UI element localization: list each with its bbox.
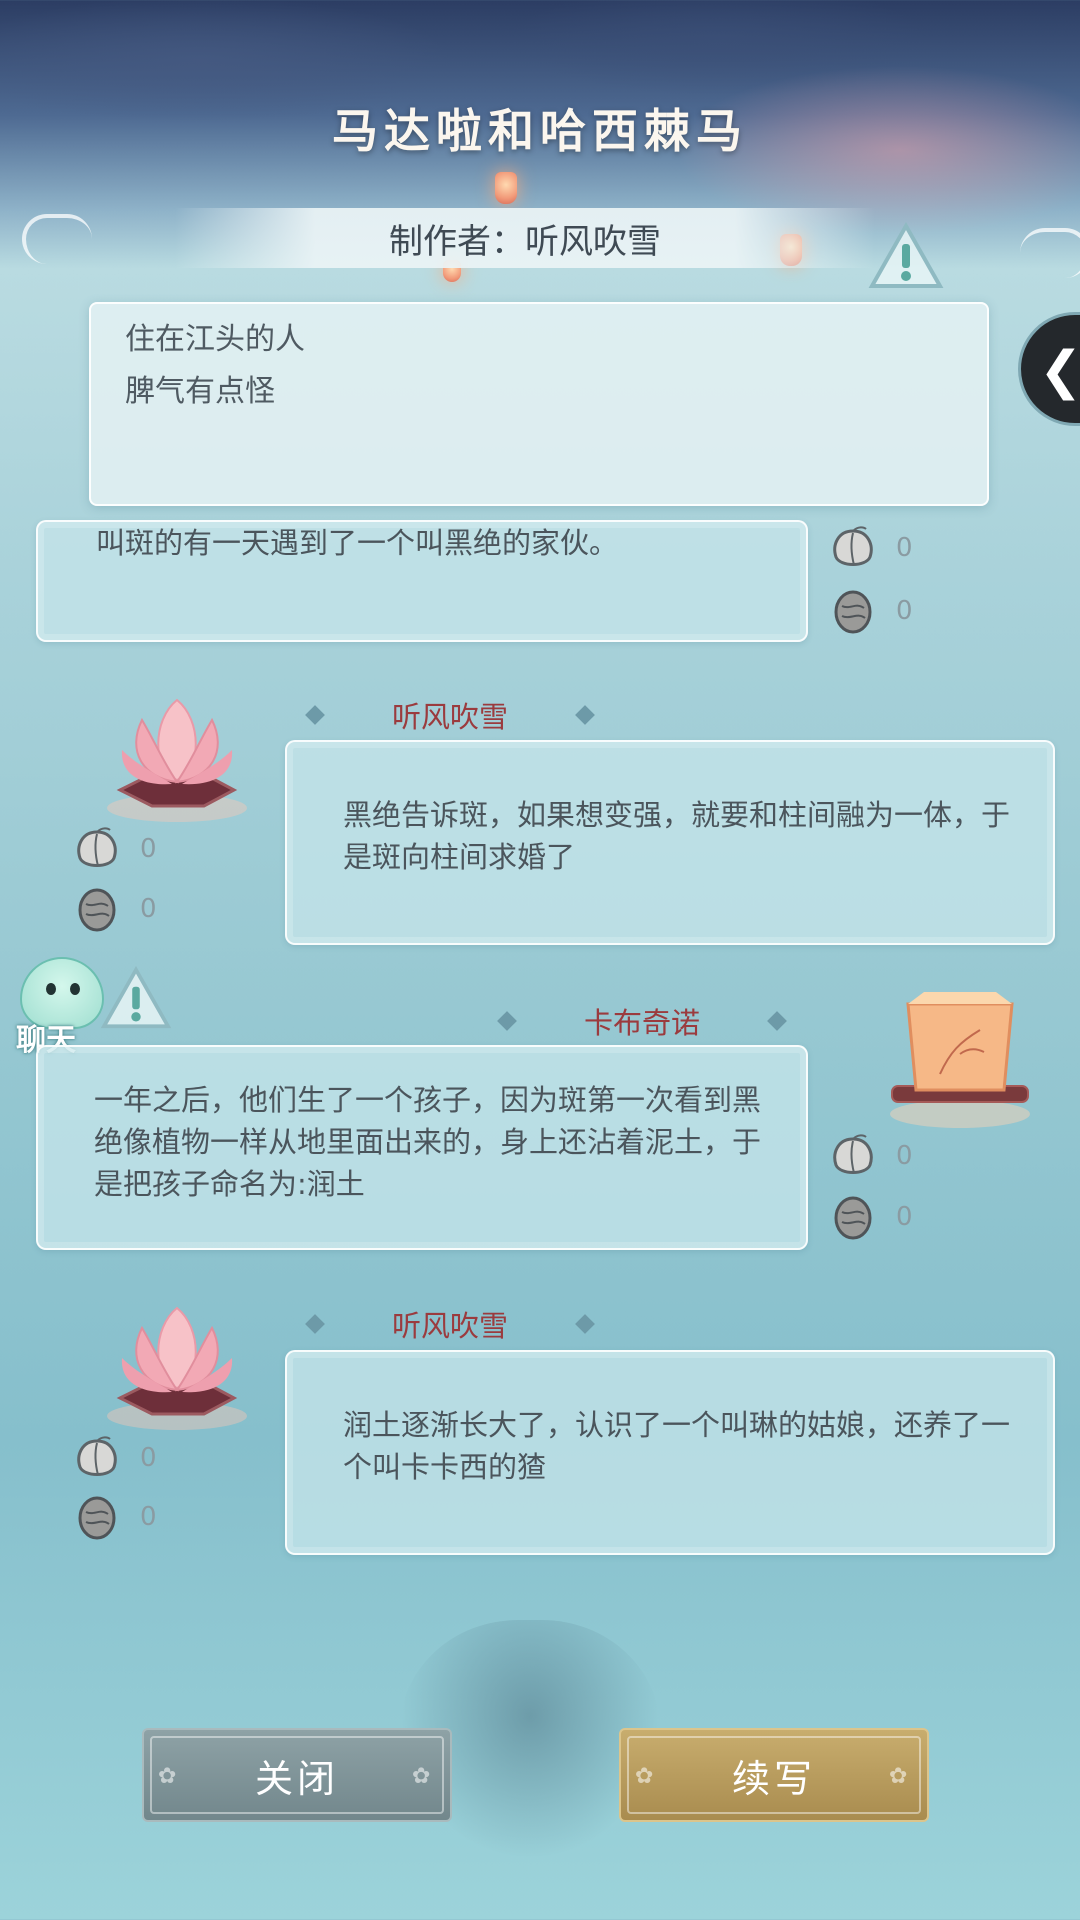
rotten-peach-icon [834,1196,872,1240]
report-warning-icon[interactable] [868,222,944,290]
cloud-ornament-right [1020,228,1080,278]
flower-ornament-icon: ✿ [635,1764,658,1789]
like-count: 0 [140,1443,157,1473]
rotten-peach-icon [834,590,872,634]
close-button-label: 关闭 [254,1756,339,1801]
continue-button-label: 续写 [731,1756,816,1801]
lotus-lantern-icon [107,1306,247,1430]
paper-lamp-icon [890,992,1030,1128]
peach-icon [833,526,873,566]
entry-author-row: 听风吹雪 [305,694,595,736]
continue-writing-button[interactable]: ✿ 续写 ✿ [619,1728,929,1822]
entry-text: 一年之后，他们生了一个孩子，因为斑第一次看到黑绝像植物一样从地里面出来的，身上还… [94,1083,762,1201]
entry-text: 叫斑的有一天遇到了一个叫黑绝的家伙。 [96,526,619,560]
author-line: 制作者：听风吹雪 [389,221,661,262]
rotten-peach-icon [78,888,116,932]
story-title: 马达啦和哈西棘马 [332,104,748,158]
entry-author[interactable]: 卡布奇诺 [514,1000,770,1042]
summary-panel: 住在江头的人 脾气有点怪 [89,302,989,506]
peach-icon [77,1436,117,1476]
dislike-counter[interactable]: 0 [72,886,157,932]
rotten-peach-icon [78,1496,116,1540]
entry-text: 润土逐渐长大了，认识了一个叫琳的姑娘，还养了一个叫卡卡西的猹 [343,1408,1011,1484]
dislike-count: 0 [140,1502,157,1532]
entry-author[interactable]: 听风吹雪 [322,1303,578,1345]
dislike-counter[interactable]: 0 [828,588,913,634]
entry-text: 黑绝告诉斑，如果想变强，就要和柱间融为一体，于是斑向柱间求婚了 [343,798,1011,874]
summary-line: 脾气有点怪 [125,374,275,409]
story-entry-card: 黑绝告诉斑，如果想变强，就要和柱间融为一体，于是斑向柱间求婚了 [285,740,1055,945]
diamond-ornament [575,705,595,725]
close-button[interactable]: ✿ 关闭 ✿ [142,1728,452,1822]
like-counter[interactable]: 0 [72,1435,157,1481]
like-counter[interactable]: 0 [828,1133,913,1179]
sky-lantern [495,172,517,204]
like-count: 0 [896,1141,913,1171]
summary-line: 住在江头的人 [125,322,305,357]
entry-author[interactable]: 听风吹雪 [322,694,578,736]
flower-ornament-icon: ✿ [158,1764,181,1789]
like-counter[interactable]: 0 [72,826,157,872]
dislike-counter[interactable]: 0 [828,1194,913,1240]
like-count: 0 [140,834,157,864]
story-entry-card: 叫斑的有一天遇到了一个叫黑绝的家伙。 [36,520,808,642]
story-entry-card: 润土逐渐长大了，认识了一个叫琳的姑娘，还养了一个叫卡卡西的猹 [285,1350,1055,1555]
cloud-ornament-left [22,214,92,264]
peach-icon [77,827,117,867]
author-bar: 制作者：听风吹雪 [175,208,875,268]
dislike-count: 0 [140,894,157,924]
dislike-count: 0 [896,596,913,626]
flower-ornament-icon: ✿ [889,1764,912,1789]
dislike-count: 0 [896,1202,913,1232]
side-collapse-tab[interactable]: ❮ [1018,312,1080,426]
like-counter[interactable]: 0 [828,525,913,571]
chevron-left-icon: ❮ [1039,341,1080,401]
lotus-lantern-icon [107,698,247,822]
like-count: 0 [896,533,913,563]
diamond-ornament [575,1314,595,1334]
entry-author-row: 卡布奇诺 [497,1000,787,1042]
dislike-counter[interactable]: 0 [72,1494,157,1540]
report-warning-icon[interactable] [100,966,172,1030]
story-entry-card: 一年之后，他们生了一个孩子，因为斑第一次看到黑绝像植物一样从地里面出来的，身上还… [36,1045,808,1250]
entry-author-row: 听风吹雪 [305,1303,595,1345]
peach-icon [833,1134,873,1174]
diamond-ornament [767,1011,787,1031]
flower-ornament-icon: ✿ [412,1764,435,1789]
